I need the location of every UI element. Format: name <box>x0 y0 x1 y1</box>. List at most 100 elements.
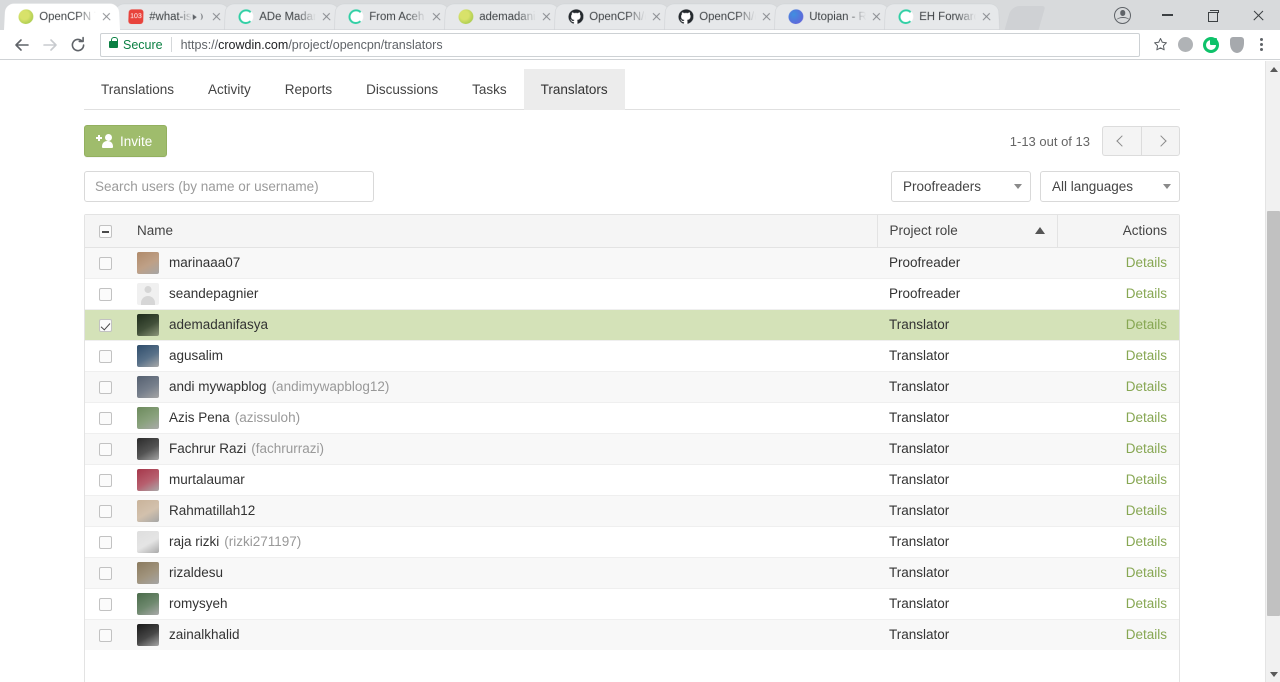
row-checkbox[interactable] <box>98 504 112 518</box>
user-name[interactable]: marinaaa07 <box>169 255 240 270</box>
browser-tab-7[interactable]: OpenCPN/( <box>664 3 780 31</box>
browser-tab-4[interactable]: From Aceh <box>334 3 450 31</box>
tab-discussions[interactable]: Discussions <box>349 69 455 110</box>
maximize-button[interactable] <box>1190 0 1235 30</box>
table-row[interactable]: romysyeh Translator Details <box>85 588 1179 620</box>
row-checkbox[interactable] <box>98 287 112 301</box>
details-link[interactable]: Details <box>1126 348 1167 363</box>
reload-button[interactable] <box>64 31 92 59</box>
tab-translations[interactable]: Translations <box>84 69 191 110</box>
grammarly-extension-icon[interactable] <box>1198 32 1224 58</box>
table-row[interactable]: murtalaumar Translator Details <box>85 464 1179 496</box>
role-filter-select[interactable]: Proofreaders <box>891 170 1031 202</box>
details-link[interactable]: Details <box>1126 379 1167 394</box>
scroll-up-button[interactable] <box>1266 61 1280 77</box>
user-name[interactable]: zainalkhalid <box>169 627 240 642</box>
grape-extension-icon[interactable] <box>1172 32 1198 58</box>
tab-mute-icon[interactable] <box>193 11 205 23</box>
user-name[interactable]: Azis Pena <box>169 410 230 425</box>
tab-translators[interactable]: Translators <box>523 69 625 110</box>
row-select-cell[interactable] <box>85 557 125 589</box>
table-row[interactable]: Fachrur Razi (fachrurrazi) Translator Detai… <box>85 433 1179 465</box>
row-select-cell[interactable] <box>85 340 125 372</box>
close-tab-icon[interactable] <box>539 10 553 24</box>
user-name[interactable]: seandepagnier <box>169 286 258 301</box>
user-name[interactable]: Rahmatillah12 <box>169 503 255 518</box>
row-select-cell[interactable] <box>85 588 125 620</box>
row-checkbox[interactable] <box>98 256 112 270</box>
next-page-button[interactable] <box>1141 126 1180 156</box>
minimize-button[interactable] <box>1145 0 1190 30</box>
address-bar[interactable]: Secure https://crowdin.com/project/openc… <box>100 32 1140 57</box>
row-checkbox[interactable] <box>98 442 112 456</box>
table-row[interactable]: Azis Pena (azissuloh) Translator Details <box>85 402 1179 434</box>
details-link[interactable]: Details <box>1126 410 1167 425</box>
details-link[interactable]: Details <box>1126 286 1167 301</box>
user-name[interactable]: raja rizki <box>169 534 219 549</box>
browser-tab-8[interactable]: Utopian - R <box>774 3 890 31</box>
user-name[interactable]: romysyeh <box>169 596 228 611</box>
close-tab-icon[interactable] <box>869 10 883 24</box>
search-users-input[interactable] <box>84 170 374 202</box>
tab-reports[interactable]: Reports <box>268 69 349 110</box>
invite-button[interactable]: Invite <box>84 125 168 157</box>
row-checkbox[interactable] <box>98 473 112 487</box>
browser-tab-3[interactable]: ADe Madan <box>224 3 340 31</box>
bookmark-star-icon[interactable] <box>1148 33 1172 57</box>
details-link[interactable]: Details <box>1126 503 1167 518</box>
user-name[interactable]: andi mywapblog <box>169 379 267 394</box>
chrome-menu-icon[interactable] <box>1250 33 1272 57</box>
row-select-cell[interactable] <box>85 278 125 310</box>
row-checkbox[interactable] <box>98 380 112 394</box>
close-window-button[interactable] <box>1235 0 1280 30</box>
row-select-cell[interactable] <box>85 309 125 341</box>
table-row[interactable]: Rahmatillah12 Translator Details <box>85 495 1179 527</box>
browser-tab-9[interactable]: EH Forward <box>884 3 1000 31</box>
details-link[interactable]: Details <box>1126 255 1167 270</box>
row-select-cell[interactable] <box>85 526 125 558</box>
details-link[interactable]: Details <box>1126 565 1167 580</box>
row-checkbox[interactable] <box>98 318 112 332</box>
page-scrollbar[interactable] <box>1265 61 1280 682</box>
row-checkbox[interactable] <box>98 566 112 580</box>
user-name[interactable]: Fachrur Razi <box>169 441 246 456</box>
table-row[interactable]: raja rizki (rizki271197) Translator Details <box>85 526 1179 558</box>
details-link[interactable]: Details <box>1126 317 1167 332</box>
profile-button[interactable] <box>1100 0 1145 30</box>
row-checkbox[interactable] <box>98 629 112 643</box>
table-row[interactable]: zainalkhalid Translator Details <box>85 619 1179 650</box>
role-column-header[interactable]: Project role <box>876 215 1057 248</box>
browser-tab-1[interactable]: OpenCPN T <box>4 3 120 31</box>
language-filter-select[interactable]: All languages <box>1040 170 1180 202</box>
row-select-cell[interactable] <box>85 371 125 403</box>
browser-tab-5[interactable]: ademadani <box>444 3 560 31</box>
close-tab-icon[interactable] <box>759 10 773 24</box>
close-tab-icon[interactable] <box>209 10 223 24</box>
select-all-checkbox[interactable] <box>98 225 112 239</box>
scrollbar-thumb[interactable] <box>1267 211 1280 616</box>
table-row[interactable]: seandepagnier Proofreader Details <box>85 278 1179 310</box>
table-row[interactable]: marinaaa07 Proofreader Details <box>85 247 1179 279</box>
forward-button[interactable] <box>36 31 64 59</box>
row-checkbox[interactable] <box>98 535 112 549</box>
row-checkbox[interactable] <box>98 597 112 611</box>
user-name[interactable]: ademadanifasya <box>169 317 268 332</box>
details-link[interactable]: Details <box>1126 534 1167 549</box>
shield-extension-icon[interactable] <box>1224 32 1250 58</box>
row-select-cell[interactable] <box>85 495 125 527</box>
user-name[interactable]: agusalim <box>169 348 223 363</box>
close-tab-icon[interactable] <box>99 10 113 24</box>
close-tab-icon[interactable] <box>649 10 663 24</box>
row-checkbox[interactable] <box>98 349 112 363</box>
tab-activity[interactable]: Activity <box>191 69 268 110</box>
table-row[interactable]: ademadanifasya Translator Details <box>85 309 1179 341</box>
row-select-cell[interactable] <box>85 402 125 434</box>
details-link[interactable]: Details <box>1126 627 1167 642</box>
back-button[interactable] <box>8 31 36 59</box>
close-tab-icon[interactable] <box>979 10 993 24</box>
close-tab-icon[interactable] <box>429 10 443 24</box>
table-row[interactable]: agusalim Translator Details <box>85 340 1179 372</box>
row-select-cell[interactable] <box>85 464 125 496</box>
row-select-cell[interactable] <box>85 619 125 650</box>
select-all-header[interactable] <box>85 215 125 248</box>
